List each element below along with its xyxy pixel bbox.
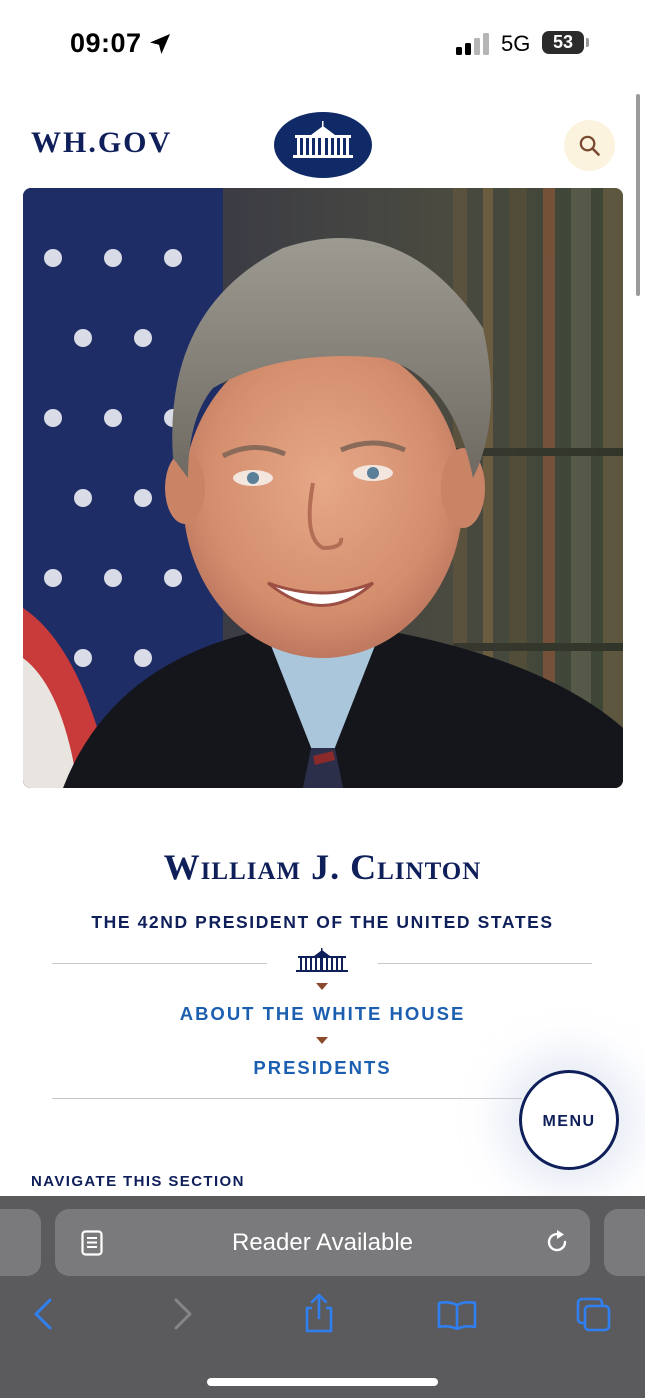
page-subtitle: THE 42ND PRESIDENT OF THE UNITED STATES [91, 912, 554, 932]
page-title: William J. Clinton [163, 847, 482, 887]
divider [378, 963, 592, 964]
navigate-section-label[interactable]: NAVIGATE THIS SECTION [31, 1173, 245, 1190]
caret-down-icon [316, 983, 328, 990]
forward-icon[interactable] [172, 1297, 194, 1331]
scroll-indicator[interactable] [636, 94, 640, 296]
reload-icon[interactable] [544, 1229, 570, 1255]
status-bar: 09:07 5G 53 [0, 0, 645, 90]
site-logo[interactable]: WH.GOV [31, 126, 172, 160]
battery-cap [586, 38, 589, 47]
back-icon[interactable] [32, 1297, 54, 1331]
home-indicator[interactable] [207, 1378, 438, 1386]
white-house-icon [296, 948, 348, 972]
previous-tab-preview[interactable] [0, 1209, 41, 1276]
search-icon [579, 135, 600, 156]
share-icon[interactable] [303, 1292, 335, 1334]
location-arrow-icon [150, 34, 170, 54]
divider [52, 1098, 522, 1099]
address-text: Reader Available [231, 1229, 414, 1256]
breadcrumb-about-white-house[interactable]: ABOUT THE WHITE HOUSE [0, 1003, 645, 1025]
next-tab-preview[interactable] [604, 1209, 645, 1276]
bookmarks-icon[interactable] [437, 1300, 477, 1330]
president-portrait-image [23, 188, 623, 788]
battery-icon: 53 [542, 31, 584, 54]
search-button[interactable] [564, 120, 615, 171]
caret-down-icon [316, 1037, 328, 1044]
divider [52, 963, 267, 964]
address-bar[interactable]: Reader Available [55, 1209, 590, 1276]
status-time: 09:07 [70, 28, 142, 58]
white-house-seal-icon[interactable] [273, 111, 373, 179]
cellular-signal-icon [456, 33, 489, 55]
menu-button[interactable]: MENU [519, 1070, 619, 1170]
menu-label: MENU [542, 1113, 596, 1130]
tabs-icon[interactable] [576, 1297, 612, 1333]
network-type: 5G [501, 31, 531, 56]
